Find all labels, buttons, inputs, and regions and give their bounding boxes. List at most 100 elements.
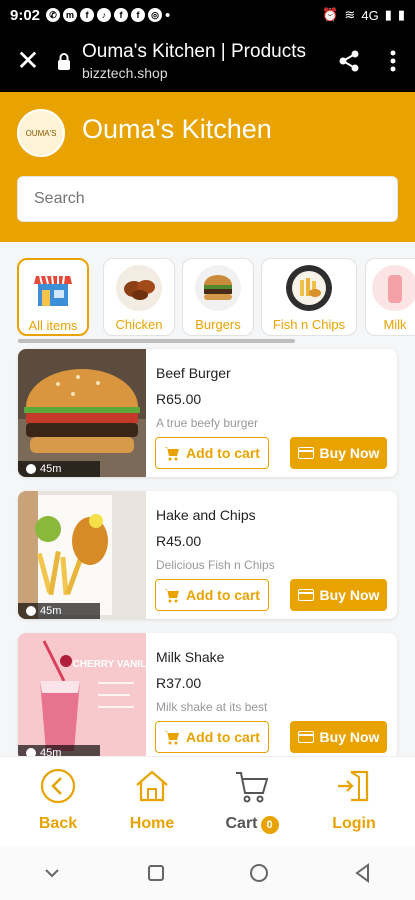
card-icon	[297, 731, 314, 743]
card-icon	[297, 447, 314, 459]
back-triangle-icon[interactable]	[351, 861, 375, 885]
notification-icons: ✆ m f ♪ f f ◎ •	[46, 7, 170, 24]
prep-time-badge: 45m	[18, 745, 100, 756]
product-description: Delicious Fish n Chips	[156, 558, 275, 572]
nav-login[interactable]: Login	[309, 767, 399, 833]
buy-now-button[interactable]: Buy Now	[290, 721, 387, 753]
milk-image	[372, 265, 415, 311]
add-to-cart-button[interactable]: Add to cart	[155, 579, 269, 611]
burger-image	[195, 265, 241, 311]
product-price: R65.00	[156, 391, 202, 407]
add-to-cart-label: Add to cart	[186, 445, 260, 461]
buy-now-label: Buy Now	[319, 587, 380, 603]
wifi-icon: ≋	[344, 7, 356, 22]
nav-cart-label: Cart	[225, 815, 258, 832]
recent-apps-icon[interactable]	[144, 861, 168, 885]
chevron-left-circle-icon	[40, 768, 76, 804]
prep-time: 45m	[40, 747, 62, 756]
more-vert-icon[interactable]	[371, 49, 415, 73]
chicken-image	[116, 265, 162, 311]
category-label: Burgers	[195, 317, 241, 332]
nav-cart[interactable]: Cart 0	[207, 767, 297, 834]
prep-time-badge: 45m	[18, 603, 100, 619]
status-right: ⏰ ≋ 4G ▮ ▮	[322, 7, 405, 23]
home-circle-icon[interactable]	[247, 861, 271, 885]
category-label: All items	[28, 318, 78, 333]
facebook-icon: f	[80, 8, 95, 22]
status-bar: 9:02 ✆ m f ♪ f f ◎ • ⏰ ≋ 4G ▮ ▮	[0, 0, 415, 30]
product-price: R45.00	[156, 533, 202, 549]
product-image-fish-chips	[18, 491, 146, 619]
facebook-icon: f	[131, 8, 146, 22]
nav-cart-label-wrap: Cart 0	[225, 815, 279, 834]
product-card: CHERRY VANILLA 45m Milk Shake R37.00 Mil…	[18, 633, 397, 756]
status-dot: •	[165, 6, 171, 24]
nav-back-label: Back	[38, 815, 78, 832]
product-description: A true beefy burger	[156, 416, 259, 430]
search-input[interactable]	[17, 176, 398, 222]
instagram-icon: ◎	[148, 8, 163, 22]
category-scrollbar[interactable]	[18, 339, 295, 343]
product-card: 45m Hake and Chips R45.00 Delicious Fish…	[18, 491, 397, 619]
cart-icon	[236, 772, 269, 803]
product-image-milk-shake: CHERRY VANILLA	[18, 633, 146, 756]
category-chicken[interactable]: Chicken	[103, 258, 175, 336]
tiktok-icon: ♪	[97, 8, 112, 22]
cart-count-badge: 0	[260, 816, 279, 834]
prep-time: 45m	[40, 605, 62, 617]
signal-icon: ▮	[384, 7, 392, 22]
add-to-cart-button[interactable]: Add to cart	[155, 721, 269, 753]
product-name: Hake and Chips	[156, 507, 256, 523]
product-name: Beef Burger	[156, 365, 231, 381]
browser-url: bizztech.shop	[82, 65, 168, 81]
nav-login-label: Login	[332, 815, 376, 832]
app-header: OUMA'S Ouma's Kitchen	[0, 92, 415, 242]
nav-home[interactable]: Home	[107, 767, 197, 833]
prep-time-badge: 45m	[18, 461, 100, 477]
messenger-icon: m	[63, 8, 78, 22]
buy-now-button[interactable]: Buy Now	[290, 579, 387, 611]
category-milk[interactable]: Milk	[365, 258, 415, 336]
clock-icon	[26, 464, 36, 474]
status-time: 9:02	[10, 6, 41, 24]
brand-title: Ouma's Kitchen	[82, 114, 272, 144]
logo-text: OUMA'S	[25, 128, 57, 138]
share-icon[interactable]	[327, 49, 371, 73]
product-card: 45m Beef Burger R65.00 A true beefy burg…	[18, 349, 397, 477]
nav-back[interactable]: Back	[13, 767, 103, 833]
buy-now-label: Buy Now	[319, 729, 380, 745]
alarm-icon: ⏰	[322, 7, 339, 22]
home-icon	[136, 770, 168, 802]
milk-shake-image-text: CHERRY VANILLA	[72, 659, 146, 670]
browser-page-title: Ouma's Kitchen | Products	[82, 41, 306, 62]
browser-title-block: Ouma's Kitchen | Products bizztech.shop	[82, 41, 327, 81]
product-description: Milk shake at its best	[156, 700, 268, 714]
card-icon	[297, 589, 314, 601]
brand-logo[interactable]: OUMA'S	[17, 109, 65, 157]
whatsapp-icon: ✆	[46, 8, 61, 22]
signal-label: 4G	[361, 7, 379, 23]
clock-icon	[26, 748, 36, 756]
category-label: Chicken	[115, 317, 163, 332]
category-label: Fish n Chips	[272, 317, 346, 332]
fish-chips-image	[286, 265, 332, 311]
browser-bar: ✕ Ouma's Kitchen | Products bizztech.sho…	[0, 30, 415, 92]
facebook-icon: f	[114, 8, 129, 22]
cart-icon	[165, 589, 180, 603]
add-to-cart-button[interactable]: Add to cart	[155, 437, 269, 469]
category-bar: All items Chicken Burgers Fish n Chips M…	[0, 242, 415, 348]
add-to-cart-label: Add to cart	[186, 587, 260, 603]
category-label: Milk	[383, 317, 407, 332]
cart-icon	[165, 731, 180, 745]
category-all-items[interactable]: All items	[17, 258, 89, 336]
chevron-down-icon[interactable]	[40, 861, 64, 885]
buy-now-label: Buy Now	[319, 445, 380, 461]
cart-icon	[165, 447, 180, 461]
lock-icon	[58, 53, 70, 70]
prep-time: 45m	[40, 463, 62, 475]
category-burgers[interactable]: Burgers	[182, 258, 254, 336]
category-fish-n-chips[interactable]: Fish n Chips	[261, 258, 357, 336]
clock-icon	[26, 606, 36, 616]
buy-now-button[interactable]: Buy Now	[290, 437, 387, 469]
close-icon[interactable]: ✕	[0, 47, 56, 75]
